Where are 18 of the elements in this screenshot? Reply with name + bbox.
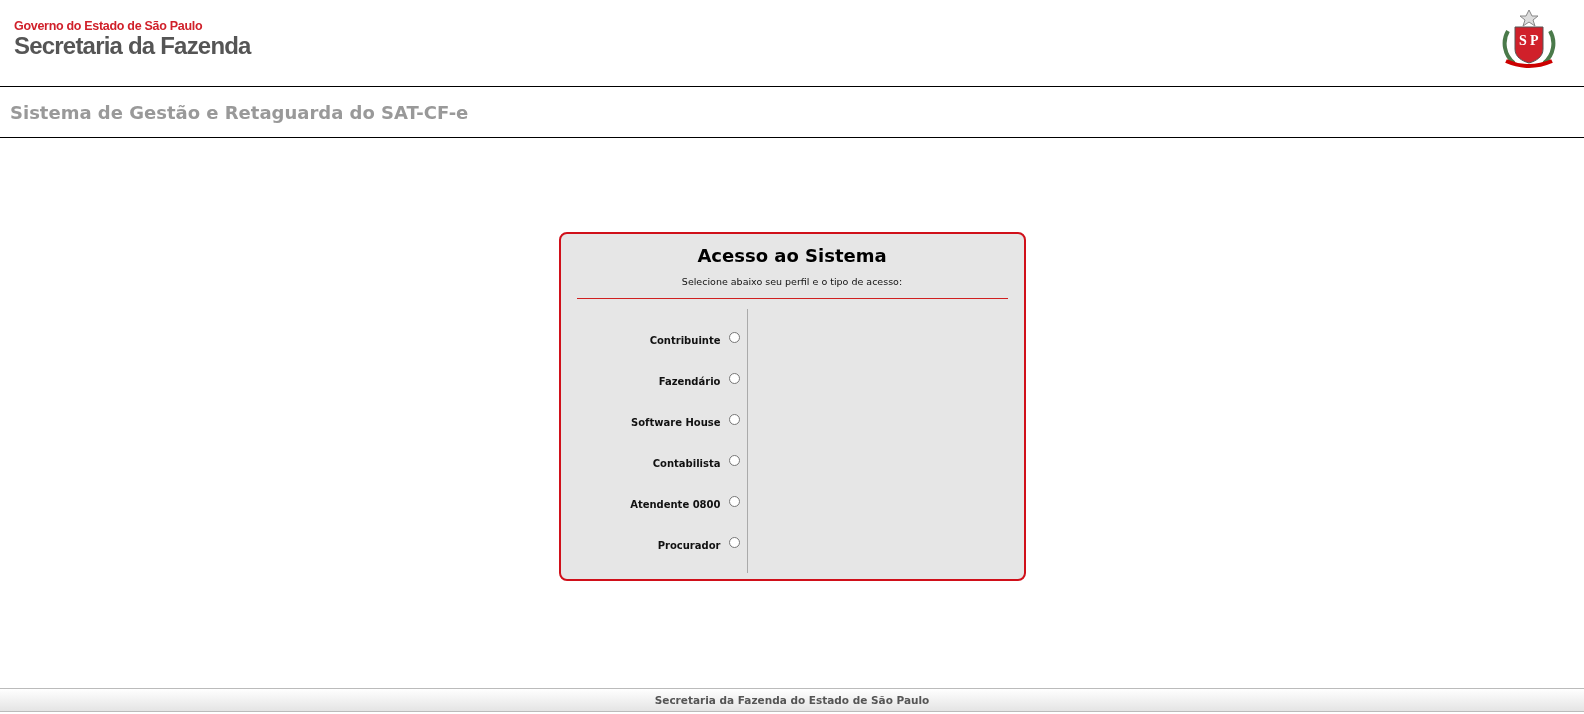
profile-label: Procurador (657, 538, 721, 551)
system-title: Sistema de Gestão e Retaguarda do SAT-CF-e (10, 101, 469, 123)
department-name: Secretaria da Fazenda (14, 33, 251, 59)
government-name: Governo do Estado de São Paulo (14, 19, 204, 33)
instruction-text: Selecione abaixo seu perfil e o tipo de acesso: (681, 276, 903, 287)
profile-radio[interactable] (728, 331, 740, 343)
profile-label: Atendente 0800 (630, 497, 721, 510)
profile-radio[interactable] (728, 372, 740, 384)
footer-text: Secretaria da Fazenda do Estado de São Paulo (654, 694, 930, 706)
profile-radio[interactable] (728, 454, 740, 466)
profile-label: Software House (631, 415, 721, 428)
profile-radio[interactable] (728, 413, 740, 425)
profile-label: Contribuinte (649, 333, 721, 346)
login-title: Acesso ao Sistema (697, 244, 887, 268)
profile-radio[interactable] (728, 495, 740, 507)
profile-label: Contabilista (652, 456, 721, 469)
profile-label: Fazendário (658, 374, 721, 387)
profile-radio[interactable] (728, 536, 740, 548)
